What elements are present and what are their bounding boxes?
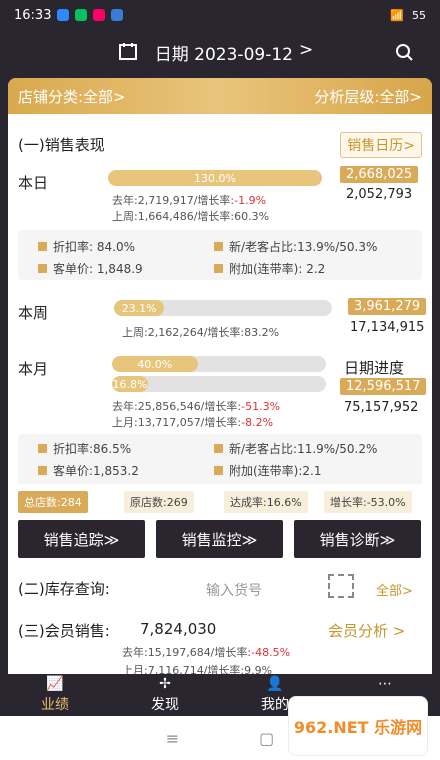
member-title: (三)会员销售: xyxy=(18,622,110,640)
tag-growth: 增长率:-53.0% xyxy=(324,491,412,513)
today-target: 2,668,025 xyxy=(340,166,419,183)
menu-icon[interactable]: ≡ xyxy=(166,729,179,748)
tag-achievement: 达成率:16.6% xyxy=(224,491,308,513)
store-filter[interactable]: 店铺分类:全部> xyxy=(18,86,126,107)
app-icon xyxy=(93,9,106,21)
level-filter[interactable]: 分析层级:全部> xyxy=(314,86,422,107)
sales-title: (一)销售表现 xyxy=(18,136,105,154)
date-progress-bar: 16.8% xyxy=(112,376,326,392)
chart-icon: 📈 xyxy=(46,676,64,692)
week-label: 本周 xyxy=(18,304,49,322)
more-icon: ⋯ xyxy=(378,676,392,692)
nav-discover[interactable]: ✢ 发现 xyxy=(110,674,220,716)
today-actual: 2,052,793 xyxy=(346,187,413,202)
user-icon: 👤 xyxy=(266,676,284,692)
pinwheel-icon: ✢ xyxy=(159,676,171,692)
nav-performance[interactable]: 📈 业绩 xyxy=(0,674,110,716)
week-actual: 17,134,915 xyxy=(350,320,425,335)
dashboard-card: 店铺分类:全部> 分析层级:全部> (一)销售表现 销售日历> 本日 130.0… xyxy=(8,78,432,678)
week-progress: 23.1% xyxy=(114,300,332,316)
app-icon xyxy=(111,9,124,21)
metrics-block: 折扣率: 84.0% 新/老客占比:13.9%/50.3% 客单价: 1,848… xyxy=(18,230,422,280)
stock-title: (二)库存查询: xyxy=(18,580,110,598)
search-icon[interactable] xyxy=(394,42,414,62)
month-target: 12,596,517 xyxy=(340,378,427,395)
sku-input[interactable]: 输入货号 xyxy=(206,580,262,600)
clock: 16:33 xyxy=(14,7,52,23)
date-progress-label: 日期进度 xyxy=(344,359,405,377)
scan-icon[interactable] xyxy=(328,574,354,598)
sales-calendar-button[interactable]: 销售日历> xyxy=(340,132,422,158)
month-actual: 75,157,952 xyxy=(344,400,419,415)
home-icon[interactable]: ▢ xyxy=(259,729,274,748)
stock-all-link[interactable]: 全部> xyxy=(376,580,413,599)
week-target: 3,961,279 xyxy=(348,298,427,315)
month-label: 本月 xyxy=(18,360,49,378)
battery-icon: 55 xyxy=(412,8,426,22)
tag-total-stores: 总店数:284 xyxy=(18,491,88,513)
date-selector[interactable]: 日期 2023-09-12 > xyxy=(155,40,313,65)
status-bar: 16:33 📶 55 xyxy=(0,0,440,30)
today-progress: 130.0% xyxy=(108,170,322,186)
metrics-block-month: 折扣率:86.5% 新/老客占比:11.9%/50.2% 客单价:1,853.2… xyxy=(18,434,422,484)
tag-old-stores: 原店数:269 xyxy=(124,491,194,513)
app-icon xyxy=(57,9,70,21)
sales-diagnosis-button[interactable]: 销售诊断≫ xyxy=(294,520,421,558)
app-header: 日期 2023-09-12 > xyxy=(0,30,440,74)
wechat-icon xyxy=(75,9,88,21)
member-value: 7,824,030 xyxy=(140,620,217,638)
sales-monitor-button[interactable]: 销售监控≫ xyxy=(156,520,283,558)
sales-tracking-button[interactable]: 销售追踪≫ xyxy=(18,520,145,558)
calendar-icon[interactable] xyxy=(118,41,138,61)
signal-icon: 📶 xyxy=(390,8,404,22)
member-analysis-link[interactable]: 会员分析 > xyxy=(328,620,405,641)
watermark-logo: 962.NET 乐游网 xyxy=(288,696,428,756)
today-label: 本日 xyxy=(18,174,49,192)
month-progress: 40.0% xyxy=(112,356,326,372)
